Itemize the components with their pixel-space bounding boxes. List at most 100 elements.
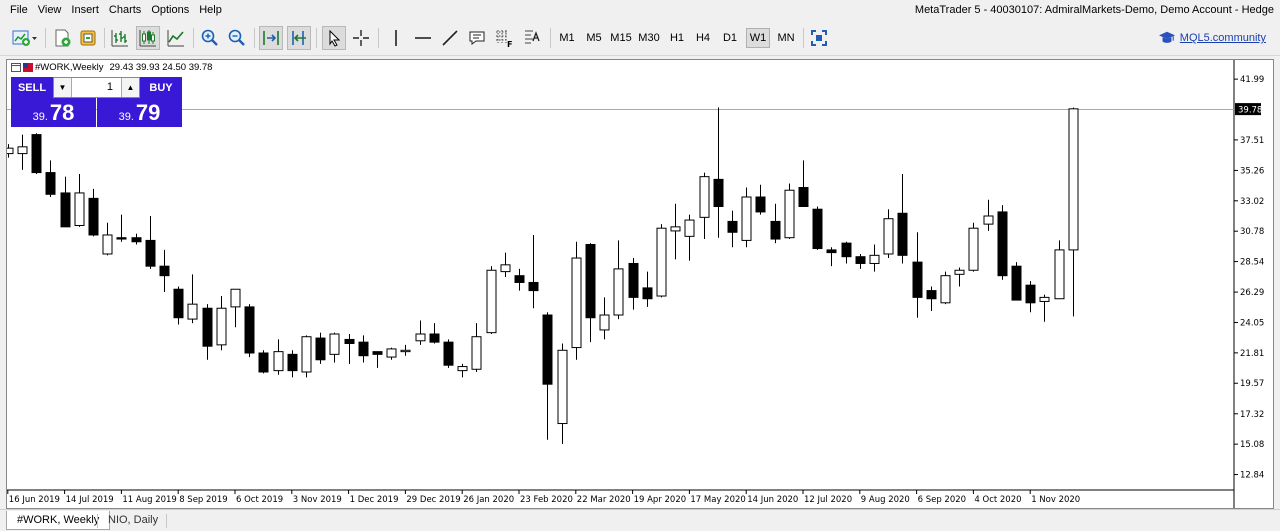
candle-body-bullish	[187, 303, 198, 320]
new-chart-icon	[12, 30, 37, 46]
timeframe-m30-button[interactable]: M30	[636, 28, 662, 48]
trend-line-icon	[442, 30, 458, 46]
candle-body-bearish	[159, 265, 170, 277]
candlestick-chart[interactable]: 41.9939.7837.5135.2633.0230.7828.5426.29…	[7, 60, 1273, 508]
x-tick-label: 29 Dec 2019	[406, 495, 460, 505]
candle-body-bearish	[287, 353, 298, 372]
timeframe-m1-button[interactable]: M1	[556, 28, 578, 48]
text-label-icon	[469, 31, 485, 45]
x-tick-label: 26 Jan 2020	[463, 495, 514, 505]
candle-body-bearish	[997, 211, 1008, 277]
candle	[912, 232, 923, 318]
candle-body-bearish	[642, 287, 653, 300]
timeframe-m5-button[interactable]: M5	[583, 28, 605, 48]
candle-body-bullish	[230, 288, 241, 308]
candle	[812, 206, 823, 250]
window-title: MetaTrader 5 - 40030107: AdmiralMarkets-…	[914, 4, 1274, 16]
chart-window-icon	[11, 63, 21, 72]
candle-body-bullish	[486, 269, 497, 334]
chart-info-header: #WORK,Weekly 29.43 39.93 24.50 39.78	[11, 62, 212, 73]
chart-symbol-label: #WORK,Weekly	[35, 62, 104, 73]
candle-body-bullish	[216, 307, 227, 346]
candle	[486, 266, 497, 335]
horizontal-line-tool-button[interactable]	[411, 26, 435, 50]
timeframe-w1-button[interactable]: W1	[746, 28, 770, 48]
candle-body-bearish	[542, 314, 553, 385]
timeframe-m15-button[interactable]: M15	[608, 28, 634, 48]
candle-body-bullish	[400, 349, 411, 353]
lot-size-input[interactable]: 1	[72, 78, 121, 97]
sell-button[interactable]: SELL	[11, 77, 53, 98]
candle-body-bullish	[883, 218, 894, 255]
candle-body-bullish	[415, 333, 426, 342]
menu-file[interactable]: File	[0, 0, 33, 20]
new-order-button[interactable]	[50, 26, 74, 50]
menu-insert[interactable]: Insert	[66, 0, 104, 20]
candle-body-bullish	[983, 215, 994, 225]
vertical-line-tool-button[interactable]	[384, 26, 408, 50]
tab-separator	[166, 514, 167, 528]
sell-price-display[interactable]: 39. 78	[11, 98, 96, 127]
candle	[344, 334, 355, 364]
chart-window[interactable]: 41.99 39.78 37.51 35.26 33.02 30.78 28.54 26.29…	[6, 59, 1274, 509]
y-tick-label: 37.51	[1240, 136, 1264, 146]
zoom-in-icon	[201, 29, 218, 46]
candlestick-chart-button[interactable]	[136, 26, 160, 50]
cursor-tool-button[interactable]	[322, 26, 346, 50]
vertical-line-icon	[395, 30, 397, 46]
candle	[670, 203, 681, 260]
candle-body-bearish	[585, 243, 596, 319]
candlestick-chart-icon	[139, 30, 156, 47]
lot-size-stepper[interactable]: ▼ 1 ▲	[53, 77, 140, 98]
candle	[727, 210, 738, 248]
menu-view[interactable]: View	[33, 0, 67, 20]
fibonacci-tool-button[interactable]: F	[492, 26, 516, 50]
fullscreen-button[interactable]	[807, 26, 831, 50]
candle-body-bearish	[315, 337, 326, 361]
candle	[230, 288, 241, 328]
buy-price-display[interactable]: 39. 79	[97, 98, 182, 127]
lot-decrease-button[interactable]: ▼	[54, 78, 72, 97]
candle	[415, 320, 426, 345]
tab-work-weekly[interactable]: #WORK, Weekly	[6, 511, 111, 530]
candle-body-bearish	[443, 341, 454, 366]
chart-shift-button[interactable]	[287, 26, 311, 50]
x-tick-label: 12 Jul 2020	[804, 495, 852, 505]
new-order-icon	[55, 29, 71, 47]
x-tick-label: 3 Nov 2019	[293, 495, 342, 505]
cursor-arrow-icon	[329, 29, 341, 47]
auto-scroll-button[interactable]	[259, 26, 283, 50]
candle	[1068, 107, 1079, 317]
candle-body-bullish	[571, 257, 582, 349]
timeframe-d1-button[interactable]: D1	[719, 28, 741, 48]
crosshair-tool-button[interactable]	[349, 26, 373, 50]
candle-body-bullish	[670, 226, 681, 232]
line-chart-button[interactable]	[164, 26, 188, 50]
candle	[1054, 240, 1065, 300]
lot-increase-button[interactable]: ▲	[121, 78, 139, 97]
mql5-community-link[interactable]: MQL5.community	[1180, 32, 1266, 44]
text-label-tool-button[interactable]	[465, 26, 489, 50]
bar-chart-button[interactable]	[108, 26, 132, 50]
market-watch-button[interactable]	[76, 26, 100, 50]
timeframe-h1-button[interactable]: H1	[666, 28, 688, 48]
timeframe-h4-button[interactable]: H4	[692, 28, 714, 48]
menu-charts[interactable]: Charts	[104, 0, 146, 20]
new-chart-button[interactable]	[8, 26, 40, 50]
candle	[244, 304, 255, 358]
menu-options[interactable]: Options	[146, 0, 194, 20]
tab-nio-daily[interactable]: NIO, Daily	[98, 511, 168, 530]
menu-help[interactable]: Help	[194, 0, 227, 20]
timeframe-mn-button[interactable]: MN	[774, 28, 798, 48]
auto-scroll-icon	[263, 31, 279, 45]
zoom-in-button[interactable]	[198, 26, 222, 50]
menu-bar: File View Insert Charts Options Help Met…	[0, 0, 1280, 20]
candle-body-bearish	[912, 261, 923, 298]
candle-body-bearish	[1011, 265, 1022, 301]
elliott-wave-tool-button[interactable]	[520, 26, 544, 50]
buy-button[interactable]: BUY	[140, 77, 182, 98]
trend-line-tool-button[interactable]	[438, 26, 462, 50]
candle-body-bullish	[968, 227, 979, 271]
zoom-out-button[interactable]	[225, 26, 249, 50]
candle	[940, 271, 951, 305]
